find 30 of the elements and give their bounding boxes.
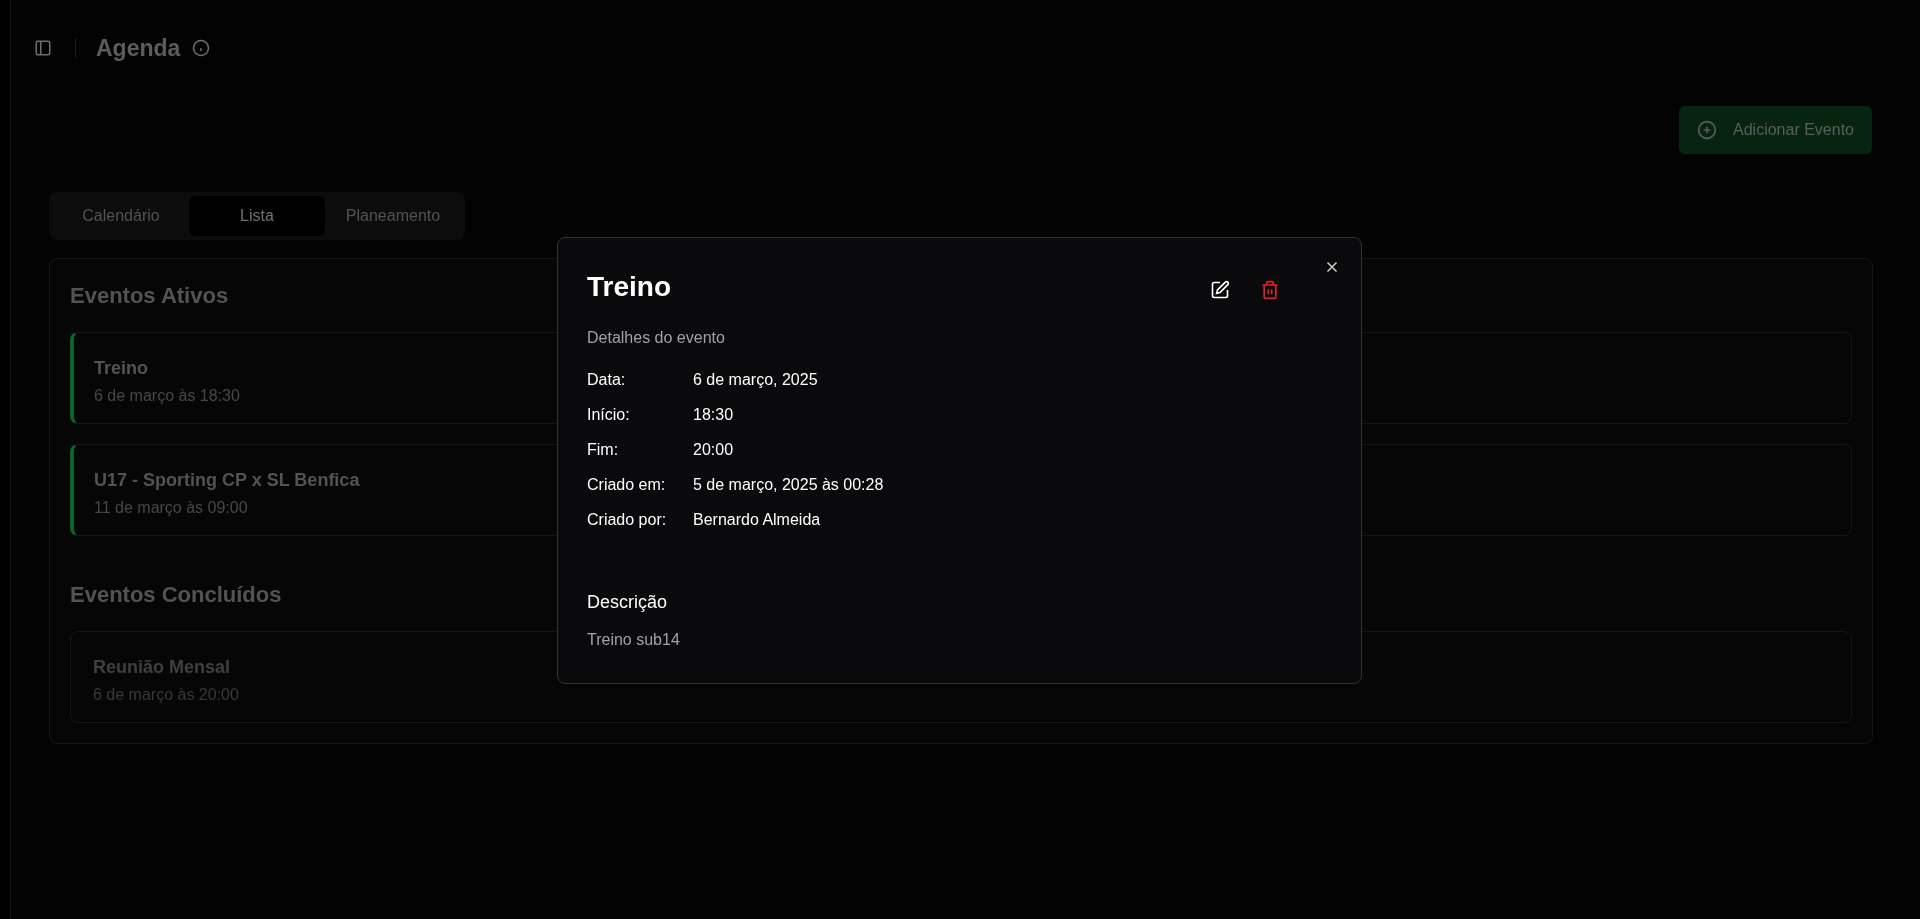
event-time: 6 de março às 18:30 [94,386,240,406]
event-title: Treino [94,357,148,380]
plus-circle-icon [1697,120,1718,140]
edit-icon[interactable] [1210,280,1230,300]
event-time: 11 de março às 09:00 [94,498,248,518]
info-icon [192,39,211,57]
field-value: 18:30 [693,405,734,425]
field-label: Início: [587,405,631,425]
description-heading: Descrição [587,591,669,614]
section-heading: Eventos Concluídos [70,581,282,609]
field-value: 5 de março, 2025 às 00:28 [693,475,884,495]
dialog-subtitle: Detalhes do evento [587,328,726,348]
tab[interactable]: Lista [189,196,325,236]
field-value: 20:00 [693,440,734,460]
section-heading: Eventos Ativos [70,282,229,310]
tab[interactable]: Calendário [53,196,189,236]
add-event-button[interactable]: Adicionar Evento [1679,106,1872,154]
field-label: Criado por: [587,510,668,530]
tab[interactable]: Planeamento [325,196,461,236]
field-value: Bernardo Almeida [693,510,821,530]
field-label: Data: [587,370,627,390]
field-value: 6 de março, 2025 [693,370,818,390]
field-label: Criado em: [587,475,667,495]
description-text: Treino sub14 [587,630,681,650]
page-title: Agenda [96,33,181,63]
delete-icon[interactable] [1260,280,1280,300]
event-title: U17 - Sporting CP x SL Benfica [94,469,360,492]
field-label: Fim: [587,440,620,460]
event-title: Reunião Mensal [93,656,231,679]
dialog-title: Treino [587,270,671,304]
